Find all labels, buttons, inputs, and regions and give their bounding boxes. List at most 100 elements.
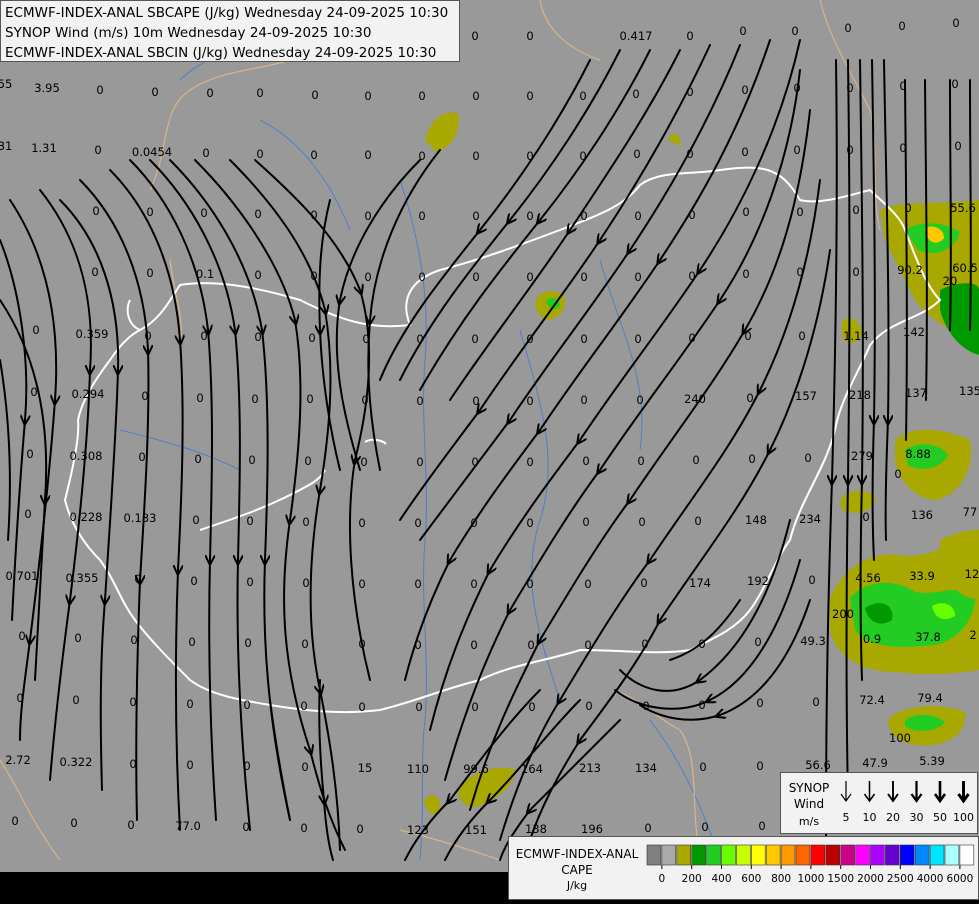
cape-value-label: 0 — [248, 453, 255, 467]
cape-value-label: 0 — [579, 89, 586, 103]
cape-value-label: 0 — [70, 816, 77, 830]
cape-value-label: 1.14 — [843, 329, 869, 343]
cape-value-label: 0 — [528, 700, 535, 714]
wind-arrow-icon — [887, 781, 899, 803]
cape-value-label: 0 — [414, 638, 421, 652]
cape-value-label: 0 — [470, 577, 477, 591]
cape-value-label: 0 — [356, 822, 363, 836]
cape-value-label: 0 — [418, 209, 425, 223]
cape-value-label: 0 — [254, 207, 261, 221]
cape-value-label: 90.2 — [897, 263, 923, 277]
wind-speed-label: 20 — [886, 811, 900, 824]
cape-value-label: 0.294 — [72, 387, 105, 401]
cape-color-swatch — [676, 844, 692, 866]
cape-value-label: 0 — [526, 394, 533, 408]
cape-value-label: 0 — [129, 695, 136, 709]
cape-color-swatch — [840, 844, 855, 866]
cape-value-label: 0 — [862, 510, 869, 524]
cape-value-label: 0 — [141, 389, 148, 403]
cape-value-label: 0 — [580, 332, 587, 346]
cape-value-label: 4.56 — [855, 571, 881, 585]
cape-value-label: 0 — [129, 757, 136, 771]
cape-value-label: 2.72 — [5, 753, 31, 767]
cape-value-label: 0 — [151, 85, 158, 99]
cape-swatch-group — [646, 844, 975, 866]
cape-value-label: 0.9 — [863, 632, 881, 646]
cape-value-label: 0 — [362, 332, 369, 346]
cape-tick-label: 4000 — [917, 873, 944, 885]
cape-value-label: 138 — [525, 822, 547, 836]
cape-value-label: 0 — [812, 695, 819, 709]
cape-value-label: 0 — [254, 330, 261, 344]
cape-value-label: 0 — [200, 329, 207, 343]
cape-value-label: 0 — [416, 455, 423, 469]
cape-tick-label: 400 — [711, 873, 731, 885]
cape-value-label: 0 — [894, 467, 901, 481]
cape-value-label: 0 — [852, 265, 859, 279]
wind-speed-label: 5 — [843, 811, 850, 824]
cape-value-label: 0 — [471, 332, 478, 346]
cape-color-legend: ECMWF-INDEX-ANAL CAPE J/kg 0 200 400 600 800… — [508, 836, 979, 900]
cape-value-label: 0 — [796, 265, 803, 279]
title-line-cin: ECMWF-INDEX-ANAL SBCIN (J/kg) Wednesday … — [5, 45, 437, 61]
cape-value-label: 0 — [358, 516, 365, 530]
cape-value-label: 0 — [846, 81, 853, 95]
cape-value-label: 0 — [134, 572, 141, 586]
cape-value-label: 157 — [795, 389, 817, 403]
cape-value-label: 0 — [301, 760, 308, 774]
cape-value-label: 0 — [256, 86, 263, 100]
cape-value-label: 174 — [689, 576, 711, 590]
cape-value-label: 0 — [634, 270, 641, 284]
title-line-cape: ECMWF-INDEX-ANAL SBCAPE (J/kg) Wednesday… — [5, 5, 449, 21]
cape-value-label: 49.3 — [800, 634, 826, 648]
cape-value-label: 0 — [416, 332, 423, 346]
cape-value-label: 0 — [311, 88, 318, 102]
cape-value-label: 0 — [243, 759, 250, 773]
cape-value-label: 0 — [632, 87, 639, 101]
cape-value-label: 0 — [254, 268, 261, 282]
cape-value-label: 0 — [640, 576, 647, 590]
cape-value-label: 0.355 — [66, 571, 99, 585]
cape-value-label: 0 — [580, 393, 587, 407]
cape-value-label: 0 — [793, 81, 800, 95]
cape-value-label: 0 — [24, 507, 31, 521]
cape-value-label: 56.6 — [805, 758, 831, 772]
wind-arrow-icon — [910, 781, 923, 803]
cape-value-label: 213 — [579, 761, 601, 775]
cape-value-label: 0 — [256, 147, 263, 161]
cape-tick-label: 800 — [771, 873, 791, 885]
cape-value-label: 0 — [244, 636, 251, 650]
cape-value-label: 0 — [585, 699, 592, 713]
cape-value-label: 100 — [889, 731, 911, 745]
cape-value-label: 5.39 — [919, 754, 945, 768]
cape-tick-label: 1500 — [827, 873, 854, 885]
cape-value-label: 0 — [899, 79, 906, 93]
cape-value-label: 0 — [360, 455, 367, 469]
cape-value-label: 0 — [686, 147, 693, 161]
cape-value-label: 164 — [521, 762, 543, 776]
synop-arrow-group: 5 10 20 30 50 100 — [840, 781, 974, 824]
cape-value-label: 0 — [26, 447, 33, 461]
cape-value-label: 0 — [954, 139, 961, 153]
cape-value-label: 0 — [526, 270, 533, 284]
cape-tick-group: 0 200 400 600 800 1000 1500 2000 2500 4000 6000 — [659, 865, 973, 885]
cape-value-label: 0 — [30, 385, 37, 399]
cape-value-label: 0 — [748, 452, 755, 466]
cape-value-label: 0 — [742, 205, 749, 219]
cape-value-label: 0 — [18, 629, 25, 643]
cape-value-label: 0 — [130, 633, 137, 647]
cape-value-label: 0 — [846, 143, 853, 157]
cape-value-label: 0 — [686, 85, 693, 99]
cape-value-label: 0 — [526, 516, 533, 530]
cape-value-label: 0 — [744, 329, 751, 343]
cape-value-label: 0 — [306, 392, 313, 406]
cape-color-swatch — [810, 844, 826, 866]
cape-value-label: 0 — [796, 205, 803, 219]
cape-value-label: 0 — [471, 455, 478, 469]
cape-value-label: 234 — [799, 512, 821, 526]
cape-color-swatch — [751, 844, 766, 866]
cape-value-label: 0 — [242, 820, 249, 834]
cape-value-label: 0 — [526, 89, 533, 103]
cape-value-label: 137 — [905, 386, 927, 400]
cape-value-label: 0 — [471, 29, 478, 43]
